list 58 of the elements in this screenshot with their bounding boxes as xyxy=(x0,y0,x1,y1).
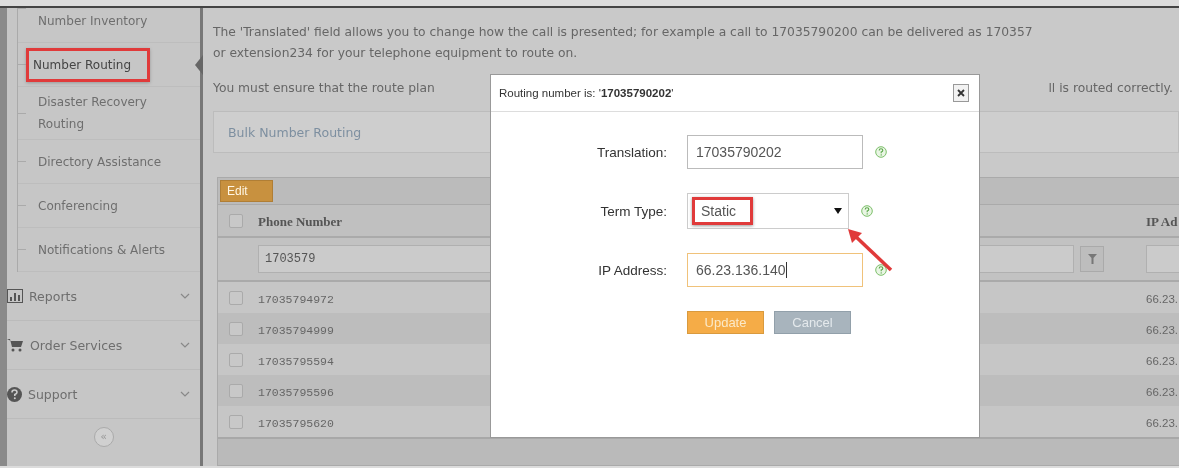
help-icon xyxy=(7,386,22,402)
collapse-button[interactable]: « xyxy=(93,427,114,447)
help-icon[interactable] xyxy=(875,264,887,276)
sidebar-item[interactable]: Number Inventory xyxy=(34,8,194,36)
help-icon[interactable] xyxy=(875,146,887,158)
column-header: IP Ad xyxy=(1146,214,1178,229)
bulk-routing-link[interactable]: Bulk Number Routing xyxy=(228,124,362,140)
field-label: Translation: xyxy=(595,144,667,160)
close-button[interactable] xyxy=(953,84,969,102)
column-header: Phone Number xyxy=(258,214,343,229)
field-label: Term Type: xyxy=(599,203,667,219)
ip-cell: 66.23. xyxy=(1146,293,1178,305)
cart-icon xyxy=(7,338,24,352)
phone-cell: 17035794972 xyxy=(258,293,334,306)
dialog-title: Routing number is: '17035790202' xyxy=(499,87,675,99)
cancel-button[interactable]: Cancel xyxy=(774,311,851,334)
note-text: You must ensure that the route plan xyxy=(213,80,435,97)
sidebar-section[interactable]: Support xyxy=(7,370,200,419)
phone-cell: 17035795594 xyxy=(258,355,334,368)
help-icon[interactable] xyxy=(861,205,873,217)
caret-icon xyxy=(834,208,842,214)
ip-cell: 66.23. xyxy=(1146,417,1178,429)
row-checkbox[interactable] xyxy=(229,321,243,336)
input-field[interactable]: 66.23.136.140 xyxy=(687,253,863,287)
intro-text: The 'Translated' field allows you to change how the call is presented; for example a call to 17035790200 can be delivered as 170357 xyxy=(213,24,1034,41)
section-label: Support xyxy=(28,386,79,402)
sidebar-item[interactable]: Directory Assistance xyxy=(34,146,194,177)
sidebar-item[interactable]: Conferencing xyxy=(34,190,194,221)
note-text: ll is routed correctly. xyxy=(1048,80,1173,97)
edit-button[interactable]: Edit xyxy=(220,180,273,202)
active-indicator-icon xyxy=(195,55,203,75)
row-checkbox[interactable] xyxy=(229,290,243,305)
field-label: IP Address: xyxy=(597,262,667,278)
phone-cell: 17035795596 xyxy=(258,386,334,399)
funnel-icon xyxy=(1087,254,1097,264)
filter-button[interactable] xyxy=(1080,246,1104,272)
sidebar-item[interactable]: Number Routing xyxy=(26,47,151,82)
ip-cell: 66.23. xyxy=(1146,355,1178,367)
sidebar-item[interactable]: Notifications & Alerts xyxy=(34,234,194,265)
input-field[interactable]: 17035790202 xyxy=(687,135,863,169)
intro-text: or extension234 for your telephone equipment to route on. xyxy=(213,45,579,62)
sidebar-item[interactable]: Disaster Recovery Routing xyxy=(34,87,194,139)
ip-cell: 66.23. xyxy=(1146,324,1178,336)
select-all-checkbox[interactable] xyxy=(229,213,243,228)
phone-cell: 17035795620 xyxy=(258,417,334,430)
section-label: Order Services xyxy=(30,337,124,353)
sidebar-section[interactable]: Reports xyxy=(7,272,200,321)
section-label: Reports xyxy=(29,288,78,304)
term-type-dropdown[interactable]: Static xyxy=(687,193,849,229)
phone-cell: 17035794999 xyxy=(258,324,334,337)
sidebar-section[interactable]: Order Services xyxy=(7,321,200,370)
update-button[interactable]: Update xyxy=(687,311,764,334)
row-checkbox[interactable] xyxy=(229,383,243,398)
row-checkbox[interactable] xyxy=(229,352,243,367)
close-icon xyxy=(957,89,965,97)
bar-chart-icon xyxy=(7,289,23,303)
ip-cell: 66.23. xyxy=(1146,386,1178,398)
row-checkbox[interactable] xyxy=(229,414,243,429)
